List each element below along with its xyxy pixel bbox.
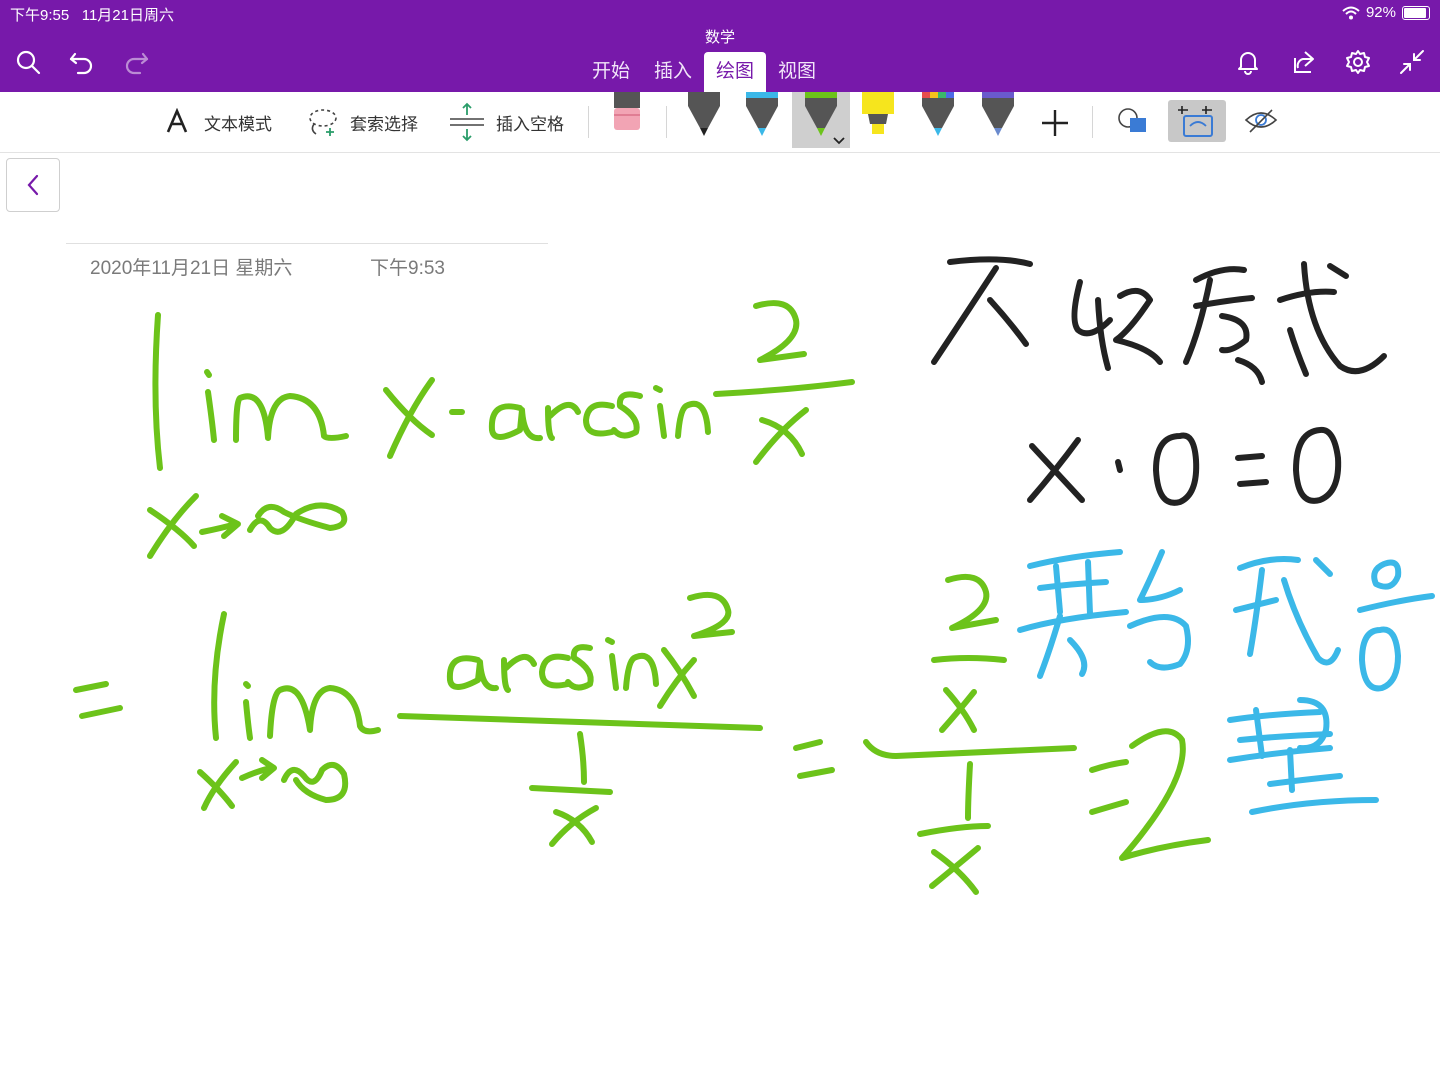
battery-percent: 92%	[1365, 4, 1396, 21]
share-icon[interactable]	[1287, 46, 1319, 78]
tab-insert[interactable]: 插入	[642, 52, 704, 92]
bell-icon[interactable]	[1232, 46, 1264, 78]
toolbar-divider	[588, 106, 589, 138]
ink-to-shape-icon[interactable]	[1176, 102, 1218, 140]
lasso-select-label[interactable]: 套索选择	[350, 110, 418, 135]
page-date: 2020年11月21日 星期六	[90, 258, 293, 279]
lasso-select-icon[interactable]	[306, 106, 340, 138]
tab-view[interactable]: 视图	[766, 52, 828, 92]
chevron-down-icon[interactable]	[832, 136, 846, 146]
blue-ink-note	[1017, 549, 1435, 815]
text-mode-icon[interactable]	[164, 108, 190, 134]
wifi-icon	[1342, 6, 1360, 19]
search-icon[interactable]	[12, 46, 44, 78]
text-mode-label[interactable]: 文本模式	[204, 110, 272, 135]
undo-icon[interactable]	[66, 46, 98, 78]
green-ink-limit-2	[73, 574, 1211, 895]
blue-pen-icon[interactable]	[744, 92, 780, 138]
ink-canvas[interactable]	[0, 0, 1440, 1080]
tab-home[interactable]: 开始	[580, 52, 642, 92]
notebook-title: 数学	[704, 28, 735, 46]
shapes-icon[interactable]	[1116, 106, 1150, 136]
black-ink-note	[931, 256, 1387, 506]
chevron-left-icon	[27, 174, 39, 196]
status-bar-right: 92%	[1342, 4, 1430, 21]
insert-space-icon[interactable]	[448, 102, 486, 142]
gear-icon[interactable]	[1342, 46, 1374, 78]
galaxy-pen-icon[interactable]	[980, 92, 1016, 138]
status-time: 下午9:55	[10, 7, 70, 24]
status-bar-left: 下午9:55 11月21日周六	[10, 4, 174, 25]
rainbow-pen-icon[interactable]	[920, 92, 956, 138]
green-pen-icon[interactable]	[803, 92, 839, 138]
draw-toolbar: 文本模式 套索选择 插入空格	[0, 92, 1440, 153]
black-pen-icon[interactable]	[686, 92, 722, 138]
ribbon-tabs: 开始 插入 绘图 视图	[580, 52, 828, 92]
insert-space-label[interactable]: 插入空格	[496, 110, 564, 135]
app-header: 下午9:55 11月21日周六 92% 数学 开始 插入 绘图 视图	[0, 0, 1440, 92]
page-time: 下午9:53	[370, 258, 445, 279]
status-date: 11月21日周六	[81, 7, 174, 24]
toolbar-divider	[666, 106, 667, 138]
collapse-icon[interactable]	[1396, 46, 1428, 78]
page-title-line[interactable]	[66, 243, 548, 244]
add-pen-icon[interactable]	[1040, 108, 1070, 138]
back-button[interactable]	[6, 158, 60, 212]
highlighter-icon[interactable]	[860, 92, 896, 136]
green-ink-limit-1	[147, 300, 855, 559]
ink-replay-icon[interactable]	[1244, 106, 1278, 136]
toolbar-divider	[1092, 106, 1093, 138]
battery-icon	[1402, 5, 1430, 20]
tab-draw[interactable]: 绘图	[704, 52, 767, 92]
redo-icon[interactable]	[120, 46, 152, 78]
eraser-icon[interactable]	[612, 92, 642, 134]
